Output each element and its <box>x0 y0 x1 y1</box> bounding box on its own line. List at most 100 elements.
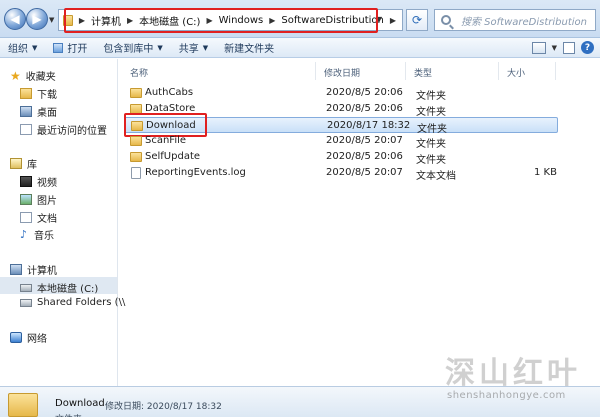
sidebar-item-videos[interactable]: 视频 <box>20 174 57 189</box>
sidebar-item-shared-folders[interactable]: Shared Folders (\\ <box>20 297 125 308</box>
file-type: 文本文档 <box>416 171 456 182</box>
open-button[interactable]: 打开 <box>45 40 95 55</box>
list-item[interactable]: ScanFile 2020/8/5 20:07 文件夹 <box>124 133 558 150</box>
file-date: 2020/8/5 20:07 <box>326 135 403 146</box>
folder-icon <box>8 393 38 417</box>
share-label: 共享 <box>178 44 199 55</box>
folder-icon <box>130 136 142 146</box>
folder-icon <box>130 88 142 98</box>
refresh-button[interactable]: ⟳ <box>406 9 428 31</box>
chevron-down-icon: ▼ <box>202 43 209 52</box>
network-icon <box>10 332 22 343</box>
drive-icon <box>20 283 32 292</box>
column-header-row: 名称 修改日期 类型 大小 <box>118 60 600 82</box>
file-date: 2020/8/5 20:07 <box>326 167 403 178</box>
chevron-right-icon[interactable]: ▶ <box>390 16 396 25</box>
sidebar-label: 计算机 <box>27 266 57 277</box>
open-icon <box>53 42 64 53</box>
sidebar-label: Shared Folders (\\ <box>37 297 126 308</box>
search-icon <box>441 15 451 25</box>
sidebar-label: 库 <box>27 160 37 171</box>
sidebar-item-desktop[interactable]: 桌面 <box>20 104 57 119</box>
column-divider[interactable] <box>555 62 556 80</box>
sidebar-item-music[interactable]: ♪ 音乐 <box>20 227 54 242</box>
sidebar-label: 下载 <box>37 90 57 101</box>
text-file-icon <box>131 167 141 179</box>
file-name: AuthCabs <box>145 87 194 98</box>
file-date: 2020/8/5 20:06 <box>326 103 403 114</box>
sidebar-item-downloads[interactable]: 下载 <box>20 86 57 101</box>
sidebar-item-computer[interactable]: 计算机 <box>10 262 57 277</box>
recent-pages-dropdown[interactable]: ▼ <box>49 16 54 24</box>
sidebar-label: 最近访问的位置 <box>37 126 107 137</box>
file-name: SelfUpdate <box>145 151 201 162</box>
help-icon[interactable]: ? <box>581 41 594 54</box>
file-size: 1 KB <box>534 167 557 178</box>
preview-pane-icon[interactable] <box>563 41 575 54</box>
column-header-date[interactable]: 修改日期 <box>324 66 360 79</box>
chevron-down-icon[interactable]: ▼ <box>552 44 557 52</box>
file-date: 2020/8/5 20:06 <box>326 151 403 162</box>
column-header-size[interactable]: 大小 <box>507 66 525 79</box>
file-type: 文件夹 <box>416 155 446 166</box>
open-label: 打开 <box>67 44 88 55</box>
file-type: 文件夹 <box>416 91 446 102</box>
file-type: 文件夹 <box>416 139 446 150</box>
include-in-library-button[interactable]: 包含到库中 ▼ <box>95 40 170 56</box>
sidebar-label: 视频 <box>37 178 57 189</box>
sidebar-item-network[interactable]: 网络 <box>10 330 47 345</box>
sidebar-item-libraries[interactable]: 库 <box>10 156 37 171</box>
list-item[interactable]: ReportingEvents.log 2020/8/5 20:07 文本文档 … <box>124 165 558 182</box>
music-icon: ♪ <box>20 228 28 241</box>
organize-button[interactable]: 组织 ▼ <box>0 40 45 56</box>
column-divider[interactable] <box>498 62 499 80</box>
details-type: 文件夹 <box>55 412 82 417</box>
file-date: 2020/8/17 18:32 <box>327 120 411 131</box>
new-folder-button[interactable]: 新建文件夹 <box>216 40 282 55</box>
downloads-folder-icon <box>20 88 32 99</box>
sidebar-label: 文档 <box>37 214 57 225</box>
sidebar-label: 收藏夹 <box>25 72 56 83</box>
share-button[interactable]: 共享 ▼ <box>171 40 216 56</box>
sidebar-label: 网络 <box>27 334 47 345</box>
back-button[interactable]: ◀ <box>4 8 26 30</box>
details-modified-date: 修改日期: 2020/8/17 18:32 <box>105 402 222 412</box>
navigation-pane: ★ 收藏夹 下载 桌面 最近访问的位置 库 视频 图片 文档 ♪ 音乐 计算机 … <box>0 59 125 386</box>
change-view-icon[interactable] <box>531 41 546 54</box>
forward-button[interactable]: ▶ <box>26 8 48 30</box>
sidebar-item-pictures[interactable]: 图片 <box>20 192 57 207</box>
file-name: ScanFile <box>145 135 187 146</box>
details-name: Download <box>55 398 105 409</box>
chevron-down-icon: ▼ <box>157 43 163 52</box>
computer-icon <box>10 264 22 275</box>
library-icon <box>10 158 22 169</box>
search-box[interactable]: 搜索 SoftwareDistribution <box>434 9 596 31</box>
search-input[interactable]: 搜索 SoftwareDistribution <box>461 13 587 28</box>
column-divider[interactable] <box>405 62 406 80</box>
column-header-type[interactable]: 类型 <box>414 66 432 79</box>
list-item[interactable]: SelfUpdate 2020/8/5 20:06 文件夹 <box>124 149 558 166</box>
recent-places-icon <box>20 124 32 135</box>
document-icon <box>20 212 32 223</box>
chevron-down-icon: ▼ <box>32 43 38 52</box>
column-divider[interactable] <box>315 62 316 80</box>
include-in-library-label: 包含到库中 <box>103 44 154 55</box>
picture-icon <box>20 194 32 205</box>
sidebar-item-favorites[interactable]: ★ 收藏夹 <box>10 68 56 84</box>
star-icon: ★ <box>10 68 21 83</box>
organize-label: 组织 <box>8 44 28 55</box>
video-icon <box>20 176 32 187</box>
column-header-name[interactable]: 名称 <box>130 66 148 79</box>
file-name: ReportingEvents.log <box>145 167 246 178</box>
folder-icon <box>130 152 142 162</box>
sidebar-item-local-disk[interactable]: 本地磁盘 (C:) <box>20 280 98 295</box>
sidebar-item-recent[interactable]: 最近访问的位置 <box>20 122 107 137</box>
network-drive-icon <box>20 298 32 307</box>
view-controls: ▼ ? <box>531 41 594 54</box>
sidebar-label: 本地磁盘 (C:) <box>37 284 99 295</box>
desktop-icon <box>20 106 32 117</box>
list-item[interactable]: AuthCabs 2020/8/5 20:06 文件夹 <box>124 85 558 102</box>
new-folder-label: 新建文件夹 <box>224 44 275 55</box>
details-pane: Download 修改日期: 2020/8/17 18:32 文件夹 <box>0 386 600 417</box>
sidebar-item-documents[interactable]: 文档 <box>20 210 57 225</box>
